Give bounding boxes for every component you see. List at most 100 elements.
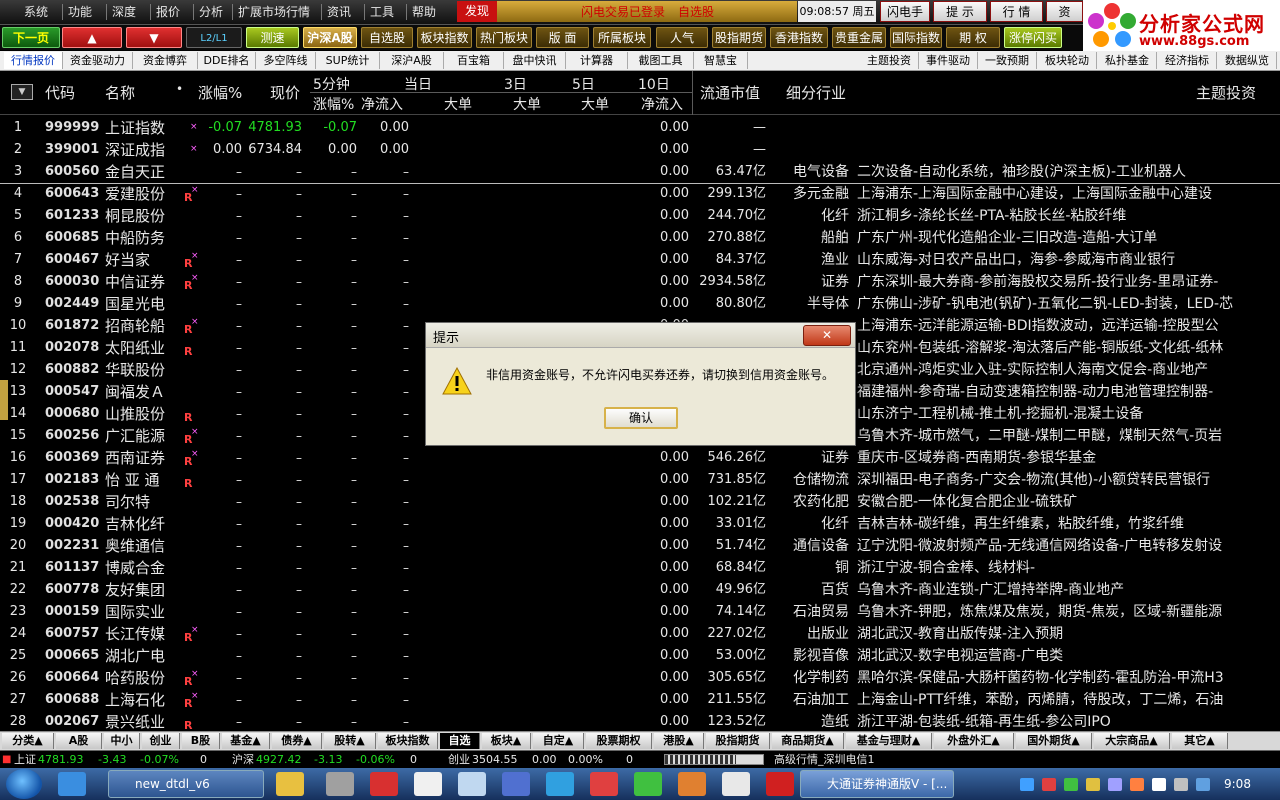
table-row[interactable]: 17 002183 怡 亚 通 R – – – –0.00 731.85亿 仓储物流 深圳福田-电子… (0, 469, 1280, 491)
subtab-right[interactable]: 一致预期 (978, 52, 1037, 69)
table-row[interactable]: 20 002231 奥维通信 – – – – 0.00 51.74亿 通信设备 辽宁沈阳-微波射频产… (0, 535, 1280, 557)
table-row[interactable]: 26 600664 哈药股份 R × – – – –0.00 305.65亿 化学制药 黑哈尔滨-保健… (0, 667, 1280, 689)
stock-name[interactable]: 中船防务 (105, 229, 175, 247)
toolbar-button[interactable]: L2/L1 (186, 27, 242, 48)
task-explorer[interactable]: new_dtdl_v6 (108, 770, 264, 798)
menu-item[interactable]: 帮助 (412, 4, 436, 20)
bottom-tab[interactable]: 外盘外汇▲ (934, 733, 1014, 749)
table-row[interactable]: 19 000420 吉林化纤 – – – – 0.00 33.01亿 化纤 吉林吉林-碳纤维，再生纤… (0, 513, 1280, 535)
stock-code[interactable]: 601872 (45, 317, 101, 335)
stock-name[interactable]: 怡 亚 通 (105, 471, 175, 489)
subtab[interactable]: 百宝箱 (444, 52, 504, 69)
dialog-close-button[interactable]: ✕ (803, 325, 851, 346)
stock-code[interactable]: 000680 (45, 405, 101, 423)
top-button[interactable]: 行 情 (990, 1, 1043, 22)
stock-code[interactable]: 600778 (45, 581, 101, 599)
subtab[interactable]: 资金驱动力 (63, 52, 133, 69)
left-panel-toggle[interactable] (0, 380, 8, 420)
toolbar-button[interactable]: 香港指数 (770, 27, 828, 48)
menu-item[interactable]: 系统 (24, 4, 48, 20)
stock-name[interactable]: 长江传媒 (105, 625, 175, 643)
stock-code[interactable]: 600664 (45, 669, 101, 687)
app-icon-1[interactable] (326, 772, 354, 796)
table-row[interactable]: 24 600757 长江传媒 R × – – – –0.00 227.02亿 出版业 湖北武汉-教育出… (0, 623, 1280, 645)
tray-clock[interactable]: 9:08 (1224, 777, 1251, 791)
stock-name[interactable]: 哈药股份 (105, 669, 175, 687)
app-icon-11[interactable] (766, 772, 794, 796)
table-row[interactable]: 7 600467 好当家 R × – – – –0.00 84.37亿 渔业 山东威海-对日农产品出口… (0, 249, 1280, 271)
tray-icon-6[interactable] (1130, 778, 1144, 791)
subtab-right[interactable]: 私扑基金 (1098, 52, 1157, 69)
subtab[interactable]: SUP统计 (316, 52, 380, 69)
tray-icon-1[interactable] (1020, 778, 1034, 791)
header-today-net[interactable]: 净流入 (361, 94, 403, 114)
toolbar-button[interactable]: 热门板块 (476, 27, 532, 48)
table-row[interactable]: 9 002449 国星光电 – – – – 0.00 80.80亿 半导体 广东佛山-涉矿-钒电池(… (0, 293, 1280, 315)
bottom-tab[interactable]: 自选 (440, 733, 480, 749)
top-button[interactable]: 提 示 (933, 1, 987, 22)
menu-item[interactable]: 深度 (112, 4, 136, 20)
app-icon-2[interactable] (370, 772, 398, 796)
toolbar-button[interactable]: 自选股 (361, 27, 413, 48)
task-trading-app[interactable]: 大通证券神通版V - [... (800, 770, 954, 798)
stock-code[interactable]: 000547 (45, 383, 101, 401)
toolbar-button[interactable]: 涨停闪买 (1004, 27, 1062, 48)
menu-discover[interactable]: 发现 (457, 1, 497, 22)
stock-code[interactable]: 600757 (45, 625, 101, 643)
table-row[interactable]: 4 600643 爱建股份 R × – – – –0.00 299.13亿 多元金融 上海浦东-上海国… (0, 183, 1280, 205)
header-3day[interactable]: 3日 (504, 74, 527, 94)
subtab-right[interactable]: 数据纵览 (1218, 52, 1277, 69)
bottom-tab[interactable]: 基金与理财▲ (846, 733, 932, 749)
toolbar-button[interactable]: 板块指数 (417, 27, 472, 48)
subtab-right[interactable]: 事件驱动 (919, 52, 978, 69)
subtab[interactable]: 资金博弈 (133, 52, 198, 69)
stock-name[interactable]: 上海石化 (105, 691, 175, 709)
subtab[interactable]: 多空阵线 (256, 52, 316, 69)
bottom-tab[interactable]: 中小 (104, 733, 140, 749)
table-row[interactable]: 28 002067 景兴纸业 R – – – –0.00 123.52亿 造纸 浙江平湖-包装纸-纸… (0, 711, 1280, 733)
table-row[interactable]: 25 000665 湖北广电 – – – – 0.00 53.00亿 影视音像 湖北武汉-数字电视运… (0, 645, 1280, 667)
stock-name[interactable]: 好当家 (105, 251, 175, 269)
header-3day-big[interactable]: 大单 (513, 94, 541, 114)
server-name[interactable]: 高级行情_深圳电信1 (774, 752, 875, 767)
table-row[interactable]: 21 601137 博威合金 – – – – 0.00 68.84亿 铜浙江宁波-铜合金棒、线材料… (0, 557, 1280, 579)
app-icon-7[interactable] (590, 772, 618, 796)
stock-name[interactable]: 司尔特 (105, 493, 175, 511)
header-today[interactable]: 当日 (404, 74, 432, 94)
bottom-tab[interactable]: 国外期货▲ (1016, 733, 1092, 749)
tray-icon-5[interactable] (1108, 778, 1122, 791)
header-5day-big[interactable]: 大单 (581, 94, 609, 114)
tray-icon-7[interactable] (1196, 778, 1210, 791)
stock-code[interactable]: 999999 (45, 119, 101, 137)
folder-icon[interactable] (276, 772, 304, 796)
stock-name[interactable]: 国际实业 (105, 603, 175, 621)
top-button[interactable]: 资 (1046, 1, 1083, 22)
stock-name[interactable]: 国星光电 (105, 295, 175, 313)
header-10day-net[interactable]: 净流入 (641, 94, 683, 114)
stock-name[interactable]: 太阳纸业 (105, 339, 175, 357)
header-name[interactable]: 名称 (105, 82, 135, 103)
app-icon-5[interactable] (502, 772, 530, 796)
subtab[interactable]: DDE排名 (198, 52, 256, 69)
table-row[interactable]: 23 000159 国际实业 – – – – 0.00 74.14亿 石油贸易 乌鲁木齐-钾肥，炼焦… (0, 601, 1280, 623)
network-icon[interactable] (1152, 778, 1166, 791)
toolbar-button[interactable]: ▲ (62, 27, 122, 48)
stock-code[interactable]: 000665 (45, 647, 101, 665)
stock-code[interactable]: 002231 (45, 537, 101, 555)
stock-code[interactable]: 002538 (45, 493, 101, 511)
stock-name[interactable]: 金自天正 (105, 163, 175, 181)
stock-name[interactable]: 桐昆股份 (105, 207, 175, 225)
stock-name[interactable]: 闽福发Ａ (105, 383, 175, 401)
stock-name[interactable]: 友好集团 (105, 581, 175, 599)
table-row[interactable]: 8 600030 中信证券 R × – – – –0.00 2934.58亿 证券 广东深圳-最大券商… (0, 271, 1280, 293)
bottom-tab[interactable]: A股 (56, 733, 102, 749)
bottom-tab[interactable]: 股指期货 (706, 733, 770, 749)
bottom-tab[interactable]: 股票期权 (586, 733, 652, 749)
stock-code[interactable]: 600688 (45, 691, 101, 709)
stock-name[interactable]: 博威合金 (105, 559, 175, 577)
subtab-right[interactable]: 经济指标 (1158, 52, 1217, 69)
bottom-tab[interactable]: 分类▲ (2, 733, 54, 749)
toolbar-button[interactable]: 沪深A股 (303, 27, 357, 48)
stock-name[interactable]: 广汇能源 (105, 427, 175, 445)
header-industry[interactable]: 细分行业 (786, 82, 846, 103)
